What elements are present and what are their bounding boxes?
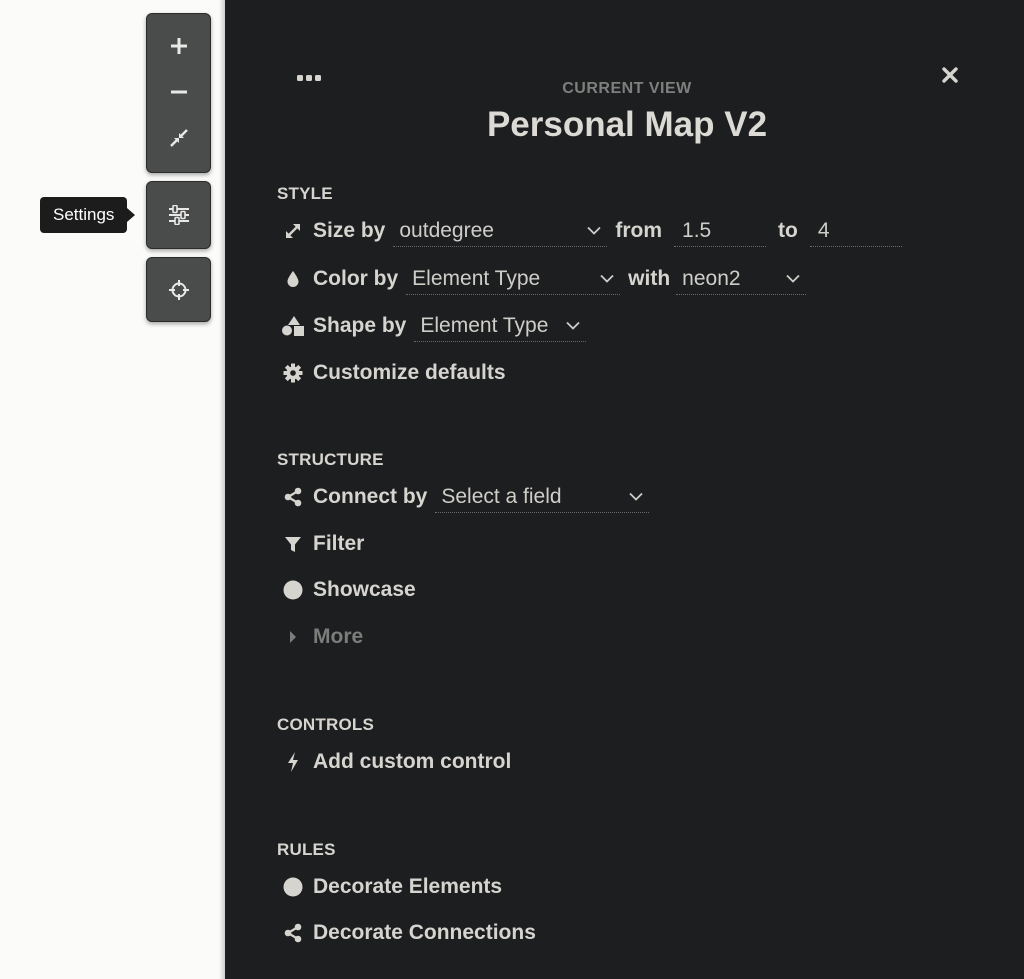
funnel-icon: [285, 537, 301, 552]
zoom-in-button[interactable]: [147, 23, 210, 69]
circle-icon: [283, 877, 303, 897]
settings-tooltip: Settings: [40, 197, 136, 233]
chevron-down-icon: [566, 321, 581, 330]
style-heading: STYLE: [277, 184, 333, 203]
more-label: More: [313, 625, 364, 648]
resize-arrows-icon: [286, 224, 300, 238]
chevron-down-icon: [629, 492, 643, 501]
size-to-input[interactable]: 4: [809, 215, 902, 247]
chevron-down-icon: [587, 226, 602, 235]
circle-icon: [283, 580, 303, 600]
palette-value: neon2: [682, 266, 741, 290]
to-label: to: [778, 219, 798, 242]
color-by-dropdown[interactable]: Element Type: [406, 263, 621, 295]
add-custom-control-button[interactable]: Add custom control: [281, 745, 511, 779]
shape-by-row: Shape by Element Type: [281, 309, 587, 343]
showcase-button[interactable]: Showcase: [281, 573, 416, 607]
decorate-elements-label: Decorate Elements: [313, 875, 503, 898]
filter-button[interactable]: Filter: [281, 527, 364, 561]
chevron-down-icon: [600, 274, 614, 283]
color-by-value: Element Type: [412, 266, 541, 290]
current-view-label: CURRENT VIEW: [562, 80, 692, 97]
gear-icon: [283, 363, 303, 383]
center-button[interactable]: [147, 258, 210, 321]
droplet-icon: [287, 271, 299, 287]
controls-heading: CONTROLS: [277, 715, 374, 734]
add-custom-control-label: Add custom control: [313, 750, 512, 773]
settings-group: [146, 181, 211, 249]
filter-label: Filter: [313, 532, 365, 555]
connect-by-row: Connect by Select a field: [281, 480, 650, 514]
shapes-icon: [282, 316, 304, 336]
sliders-icon: [168, 205, 189, 225]
shape-by-dropdown[interactable]: Element Type: [414, 310, 587, 342]
size-from-input[interactable]: 1.5: [674, 215, 767, 247]
zoom-controls: [146, 13, 211, 173]
settings-button[interactable]: [147, 182, 210, 248]
color-by-label: Color by: [313, 267, 399, 290]
size-by-row: Size by outdegree from 1.5 to 4: [281, 214, 902, 248]
fit-view-button[interactable]: [147, 115, 210, 161]
plus-icon: [170, 38, 187, 54]
center-group: [146, 257, 211, 322]
showcase-label: Showcase: [313, 578, 416, 601]
palette-dropdown[interactable]: neon2: [676, 263, 807, 295]
view-settings-panel: CURRENT VIEW Personal Map V2 STYLE Size …: [219, 0, 1024, 979]
share-icon: [284, 923, 302, 943]
share-icon: [284, 487, 302, 507]
color-by-row: Color by Element Type with neon2: [281, 262, 807, 296]
chevron-down-icon: [786, 274, 800, 283]
minus-icon: [170, 90, 187, 94]
crosshair-icon: [168, 279, 189, 300]
bolt-icon: [288, 752, 298, 772]
decorate-connections-button[interactable]: Decorate Connections: [281, 916, 536, 950]
customize-defaults-label: Customize defaults: [313, 361, 506, 384]
shape-by-label: Shape by: [313, 314, 407, 337]
connect-by-label: Connect by: [313, 485, 428, 508]
connect-by-placeholder: Select a field: [441, 484, 562, 508]
zoom-out-button[interactable]: [147, 69, 210, 115]
size-by-dropdown[interactable]: outdegree: [393, 215, 608, 247]
decorate-connections-label: Decorate Connections: [313, 921, 536, 944]
caret-right-icon: [290, 631, 296, 643]
customize-defaults-button[interactable]: Customize defaults: [281, 356, 506, 390]
decorate-elements-button[interactable]: Decorate Elements: [281, 870, 502, 904]
collapse-arrows-icon: [169, 129, 188, 147]
structure-heading: STRUCTURE: [277, 450, 384, 469]
shape-by-value: Element Type: [420, 313, 549, 337]
size-by-label: Size by: [313, 219, 386, 242]
rules-heading: RULES: [277, 840, 336, 859]
from-label: from: [615, 219, 663, 242]
size-by-value: outdegree: [399, 218, 494, 242]
view-title[interactable]: Personal Map V2: [225, 105, 1024, 145]
more-toggle[interactable]: More: [281, 620, 363, 654]
with-label: with: [628, 267, 671, 290]
connect-by-dropdown[interactable]: Select a field: [435, 481, 650, 513]
